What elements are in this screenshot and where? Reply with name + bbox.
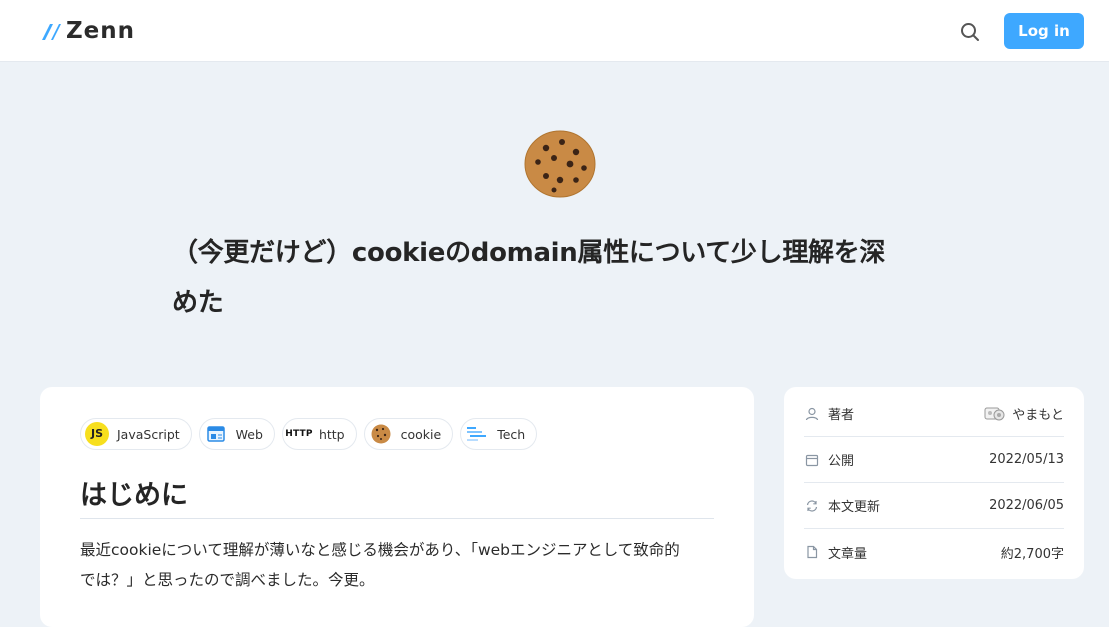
paragraph-line1: 最近cookieについて理解が薄いなと感じる機会があり、「webエンジニアとして… bbox=[80, 541, 680, 559]
calendar-icon bbox=[804, 452, 820, 468]
author-link[interactable]: やまもと bbox=[984, 404, 1064, 423]
topic-label: http bbox=[318, 426, 345, 442]
intro-paragraph: 最近cookieについて理解が薄いなと感じる機会があり、「webエンジニアとして… bbox=[80, 535, 714, 595]
author-label: 著者 bbox=[828, 408, 855, 423]
topic-label: Web bbox=[235, 426, 263, 442]
search-icon bbox=[961, 23, 979, 41]
zenn-logo-icon bbox=[42, 24, 61, 40]
paragraph-line2: では？」と思ったので調べました。今更。 bbox=[80, 571, 375, 589]
search-button[interactable] bbox=[958, 20, 982, 44]
length-label: 文章量 bbox=[828, 546, 868, 562]
article-info-card: 著者 やまもと 公開 2022/05/13 本文更新 2022/06/05 文章… bbox=[784, 387, 1084, 579]
avatar bbox=[984, 406, 1006, 422]
article-body-card: JS JavaScript Web HTTP http cookie Tech … bbox=[40, 387, 754, 627]
cookie-emoji-icon bbox=[524, 130, 596, 198]
topic-web[interactable]: Web bbox=[198, 418, 275, 450]
info-row-author: 著者 やまもと bbox=[804, 391, 1064, 437]
document-icon bbox=[804, 544, 820, 560]
user-icon bbox=[804, 406, 820, 422]
site-header: Zenn Log in bbox=[0, 0, 1109, 62]
updated-label: 本文更新 bbox=[828, 500, 881, 515]
article-title-line1: （今更だけど）cookieのdomain属性について少し理解を深 bbox=[172, 238, 886, 268]
javascript-icon: JS bbox=[85, 422, 109, 446]
length-value: 約2,700字 bbox=[1000, 546, 1064, 562]
info-row-updated: 本文更新 2022/06/05 bbox=[804, 483, 1064, 529]
topic-label: cookie bbox=[400, 426, 442, 442]
topic-tech[interactable]: Tech bbox=[460, 418, 538, 450]
author-name: やまもと bbox=[1012, 408, 1064, 423]
topic-list: JS JavaScript Web HTTP http cookie Tech bbox=[80, 418, 538, 450]
info-row-published: 公開 2022/05/13 bbox=[804, 437, 1064, 483]
topic-label: JavaScript bbox=[117, 426, 180, 442]
topic-label: Tech bbox=[497, 426, 526, 442]
web-icon bbox=[204, 422, 228, 446]
topic-javascript[interactable]: JS JavaScript bbox=[80, 418, 192, 450]
section-heading: はじめに bbox=[80, 473, 714, 519]
login-button[interactable]: Log in bbox=[1004, 13, 1084, 49]
refresh-icon bbox=[804, 498, 820, 514]
cookie-icon bbox=[369, 422, 393, 446]
article-title: （今更だけど）cookieのdomain属性について少し理解を深 めた bbox=[172, 228, 952, 328]
article-title-line2: めた bbox=[172, 288, 224, 318]
published-label: 公開 bbox=[828, 454, 855, 469]
tech-icon bbox=[465, 422, 489, 446]
zenn-logo[interactable]: Zenn bbox=[40, 18, 135, 44]
topic-http[interactable]: HTTP http bbox=[281, 418, 357, 450]
updated-date: 2022/06/05 bbox=[989, 498, 1064, 513]
http-icon: HTTP bbox=[285, 429, 313, 439]
info-row-length: 文章量 約2,700字 bbox=[804, 529, 1064, 575]
published-date: 2022/05/13 bbox=[989, 452, 1064, 467]
topic-cookie[interactable]: cookie bbox=[363, 418, 454, 450]
logo-text: Zenn bbox=[66, 18, 136, 44]
